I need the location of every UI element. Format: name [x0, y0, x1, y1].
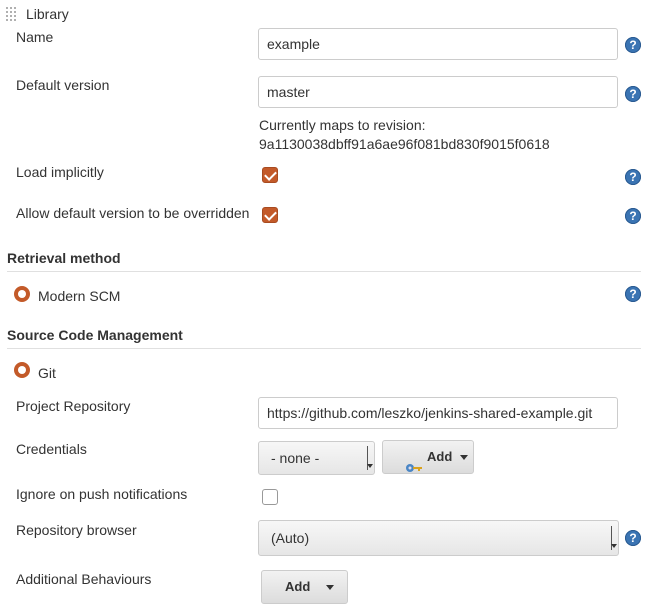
name-input[interactable]: example — [258, 28, 618, 60]
revision-note: Currently maps to revision: — [259, 117, 426, 133]
caret-down-icon — [459, 455, 468, 461]
additional-behaviours-add-button[interactable]: Add — [261, 570, 348, 604]
load-implicitly-label: Load implicitly — [16, 164, 104, 180]
git-label: Git — [38, 365, 56, 381]
section-divider — [7, 348, 641, 349]
credentials-select[interactable]: - none - — [258, 441, 375, 475]
chevron-down-icon — [367, 446, 374, 470]
additional-behaviours-label: Additional Behaviours — [16, 571, 152, 587]
retrieval-method-title: Retrieval method — [7, 250, 121, 266]
drag-handle-icon[interactable] — [5, 6, 17, 22]
ignore-push-label: Ignore on push notifications — [16, 486, 188, 502]
allow-override-checkbox[interactable] — [262, 207, 278, 223]
additional-add-label: Add — [285, 579, 311, 594]
project-repo-input[interactable]: https://github.com/leszko/jenkins-shared… — [258, 397, 618, 429]
default-version-label: Default version — [16, 77, 110, 93]
repo-browser-label: Repository browser — [16, 522, 137, 538]
revision-hash: 9a1130038dbff91a6ae96f081bd830f9015f0618 — [259, 136, 550, 152]
caret-down-icon — [325, 585, 334, 591]
credentials-selected: - none - — [271, 450, 320, 466]
help-icon[interactable]: ? — [625, 530, 641, 546]
help-icon[interactable]: ? — [625, 169, 641, 185]
chevron-down-icon — [611, 526, 618, 550]
project-repo-label: Project Repository — [16, 398, 131, 414]
repo-browser-selected: (Auto) — [271, 530, 310, 546]
repo-browser-select[interactable]: (Auto) — [258, 520, 619, 556]
name-label: Name — [16, 29, 54, 45]
credentials-add-label: Add — [427, 449, 453, 464]
help-icon[interactable]: ? — [625, 208, 641, 224]
credentials-label: Credentials — [16, 441, 87, 457]
default-version-input[interactable]: master — [258, 76, 618, 108]
ignore-push-checkbox[interactable] — [262, 489, 278, 505]
help-icon[interactable]: ? — [625, 37, 641, 53]
load-implicitly-checkbox[interactable] — [262, 167, 278, 183]
git-radio[interactable] — [14, 362, 30, 378]
section-divider — [7, 271, 641, 272]
help-icon[interactable]: ? — [625, 286, 641, 302]
scm-title: Source Code Management — [7, 327, 183, 343]
credentials-add-button[interactable]: Add — [382, 440, 474, 474]
library-header: Library — [26, 6, 69, 22]
modern-scm-radio[interactable] — [14, 286, 30, 302]
modern-scm-label: Modern SCM — [38, 288, 121, 304]
help-icon[interactable]: ? — [625, 86, 641, 102]
key-icon — [405, 453, 423, 472]
allow-override-label: Allow default version to be overridden — [16, 205, 250, 221]
